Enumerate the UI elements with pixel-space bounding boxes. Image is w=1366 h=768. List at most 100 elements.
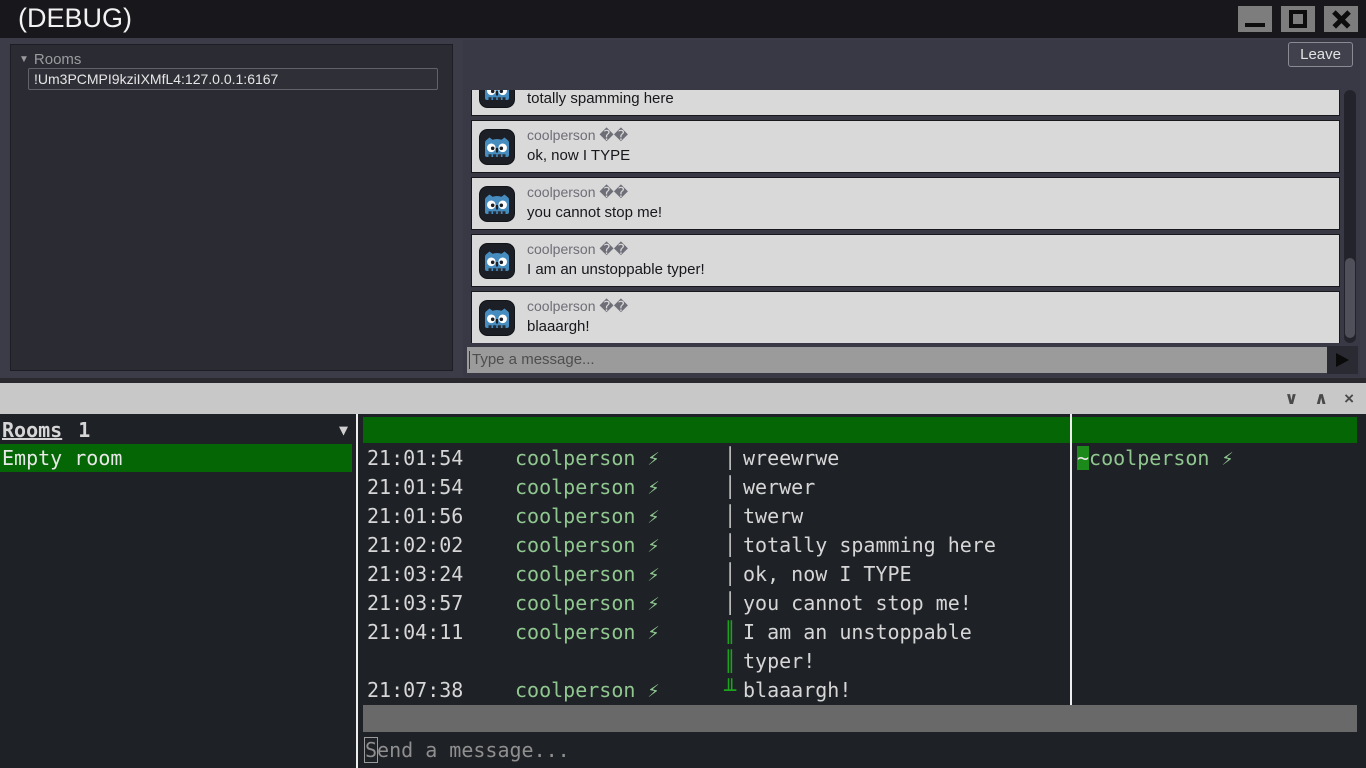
userlist-nick: coolperson ⚡ bbox=[1089, 446, 1234, 470]
maximize-icon bbox=[1289, 10, 1307, 28]
log-line: 21:07:38 coolperson ⚡ ╨ blaaargh! bbox=[363, 676, 1070, 705]
log-separator: │ bbox=[723, 504, 737, 528]
godot-avatar-icon bbox=[479, 129, 515, 165]
log-nick: coolperson ⚡ bbox=[515, 591, 660, 615]
chat-message-author: coolperson �� bbox=[527, 241, 629, 257]
tree-collapse-icon[interactable]: ▼ bbox=[19, 54, 29, 65]
send-arrow-icon bbox=[1336, 353, 1349, 367]
log-message: wreewrwe bbox=[743, 446, 840, 470]
log-separator: ║ bbox=[723, 620, 737, 644]
buffer-divider bbox=[356, 414, 358, 768]
chat-message-text: you cannot stop me! bbox=[527, 204, 663, 221]
log-timestamp: 21:01:56 bbox=[367, 504, 464, 528]
log-line: 21:02:02 coolperson ⚡ │ totally spamming he… bbox=[363, 531, 1070, 560]
terminal-body: Rooms 1 ▼ Empty room 21:01:54 coolperson ⚡… bbox=[0, 414, 1366, 768]
log-message: werwer bbox=[743, 475, 816, 499]
chat-message-input[interactable]: Type a message... bbox=[467, 347, 1327, 373]
chevron-up-icon[interactable]: ∧ bbox=[1314, 390, 1328, 407]
buffer-list-header: Rooms 1 ▼ bbox=[2, 417, 348, 444]
log-message: you cannot stop me! bbox=[743, 591, 972, 615]
send-button[interactable] bbox=[1327, 346, 1358, 374]
log-timestamp: 21:02:02 bbox=[367, 533, 464, 557]
log-timestamp: 21:03:24 bbox=[367, 562, 464, 586]
godot-avatar-icon bbox=[479, 90, 515, 108]
log-line: 21:01:54 coolperson ⚡ │ wreewrwe bbox=[363, 444, 1070, 473]
chat-message: coolperson �� blaaargh! bbox=[471, 291, 1340, 343]
log-separator: │ bbox=[723, 475, 737, 499]
userlist-divider bbox=[1070, 414, 1072, 705]
log-line: 21:01:56 coolperson ⚡ │ twerw bbox=[363, 502, 1070, 531]
window-titlebar: (DEBUG) bbox=[0, 0, 1366, 38]
log-timestamp: 21:01:54 bbox=[367, 475, 464, 499]
log-nick: coolperson ⚡ bbox=[515, 562, 660, 586]
terminal-cursor: S bbox=[363, 737, 379, 763]
chat-message-text: ok, now I TYPE bbox=[527, 147, 631, 164]
log-separator: │ bbox=[723, 446, 737, 470]
log-line: 21:01:54 coolperson ⚡ │ werwer bbox=[363, 473, 1070, 502]
close-button[interactable] bbox=[1324, 6, 1358, 32]
log-line: 21:03:24 coolperson ⚡ │ ok, now I TYPE bbox=[363, 560, 1070, 589]
userlist-prefix: ~ bbox=[1077, 446, 1090, 470]
chat-message-text: totally spamming here bbox=[527, 90, 674, 107]
chat-message-text: blaaargh! bbox=[527, 318, 590, 335]
room-list-item[interactable]: !Um3PCMPI9kziIXMfL4:127.0.0.1:6167 bbox=[28, 68, 438, 90]
terminal-topbar: ∨ ∧ × bbox=[0, 383, 1366, 414]
chat-message-text: I am an unstoppable typer! bbox=[527, 261, 705, 278]
text-caret bbox=[469, 351, 470, 369]
chat-message: coolperson ��totally spamming here bbox=[471, 90, 1340, 116]
log-timestamp bbox=[363, 647, 465, 676]
chat-message: coolperson �� you cannot stop me! bbox=[471, 177, 1340, 230]
log-timestamp: 21:01:54 bbox=[367, 446, 464, 470]
log-nick: coolperson ⚡ bbox=[515, 475, 660, 499]
log-timestamp: 21:03:57 bbox=[367, 591, 464, 615]
terminal-panel: ∨ ∧ × Rooms 1 ▼ Empty room 21:01:54 coolpe… bbox=[0, 378, 1366, 768]
log-line: ║ typer! bbox=[363, 647, 1070, 676]
topic-bar bbox=[363, 417, 1357, 443]
log-separator: │ bbox=[723, 562, 737, 586]
terminal-message-input[interactable]: Send a message... bbox=[363, 736, 570, 765]
log-nick: coolperson ⚡ bbox=[515, 620, 660, 644]
log-message: totally spamming here bbox=[743, 533, 996, 557]
godot-avatar-icon bbox=[479, 300, 515, 336]
window-title: (DEBUG) bbox=[18, 3, 132, 33]
chat-message-author: coolperson �� bbox=[527, 127, 629, 143]
log-nick bbox=[465, 647, 717, 676]
log-nick: coolperson ⚡ bbox=[515, 504, 660, 528]
userlist-entry[interactable]: ~coolperson ⚡ bbox=[1077, 444, 1234, 473]
chat-message: coolperson �� I am an unstoppable typer! bbox=[471, 234, 1340, 287]
log-message: twerw bbox=[743, 504, 804, 528]
rooms-panel: ▼ Rooms !Um3PCMPI9kziIXMfL4:127.0.0.1:61… bbox=[10, 44, 453, 371]
rooms-tree-label: Rooms bbox=[33, 51, 82, 68]
log-line: 21:04:11 coolperson ⚡ ║ I am an unstoppable bbox=[363, 618, 1070, 647]
minimize-button[interactable] bbox=[1238, 6, 1272, 32]
log-nick: coolperson ⚡ bbox=[515, 446, 660, 470]
maximize-button[interactable] bbox=[1281, 6, 1315, 32]
chat-message-author: coolperson �� bbox=[527, 298, 629, 314]
log-message: typer! bbox=[743, 649, 816, 673]
log-timestamp: 21:04:11 bbox=[367, 620, 464, 644]
chevron-down-icon[interactable]: ∨ bbox=[1284, 390, 1298, 407]
chat-panel: Leave coolperson ��totally spamming here… bbox=[463, 40, 1360, 377]
chat-scrollbar bbox=[1344, 90, 1356, 343]
terminal-status-bar bbox=[363, 705, 1357, 732]
leave-button[interactable]: Leave bbox=[1288, 42, 1353, 67]
message-list: coolperson ��totally spamming here coolp… bbox=[471, 90, 1356, 343]
log-separator: │ bbox=[723, 591, 737, 615]
log-line: 21:03:57 coolperson ⚡ │ you cannot stop me! bbox=[363, 589, 1070, 618]
godot-avatar-icon bbox=[479, 243, 515, 279]
godot-avatar-icon bbox=[479, 186, 515, 222]
log-message: blaaargh! bbox=[743, 678, 852, 702]
chat-scrollbar-thumb[interactable] bbox=[1345, 258, 1355, 338]
chat-message: coolperson �� ok, now I TYPE bbox=[471, 120, 1340, 173]
panel-close-icon[interactable]: × bbox=[1344, 390, 1354, 407]
log-timestamp: 21:07:38 bbox=[367, 678, 464, 702]
buffer-list-item[interactable]: Empty room bbox=[0, 444, 352, 472]
buffer-dropdown-icon[interactable]: ▼ bbox=[339, 417, 348, 444]
log-separator: ║ bbox=[723, 649, 737, 673]
log-nick: coolperson ⚡ bbox=[515, 533, 660, 557]
log-separator: │ bbox=[723, 533, 737, 557]
app-window-body: ▼ Rooms !Um3PCMPI9kziIXMfL4:127.0.0.1:61… bbox=[0, 38, 1366, 378]
log-separator: ╨ bbox=[723, 678, 737, 702]
log-message: I am an unstoppable bbox=[743, 620, 972, 644]
log-nick: coolperson ⚡ bbox=[515, 678, 660, 702]
